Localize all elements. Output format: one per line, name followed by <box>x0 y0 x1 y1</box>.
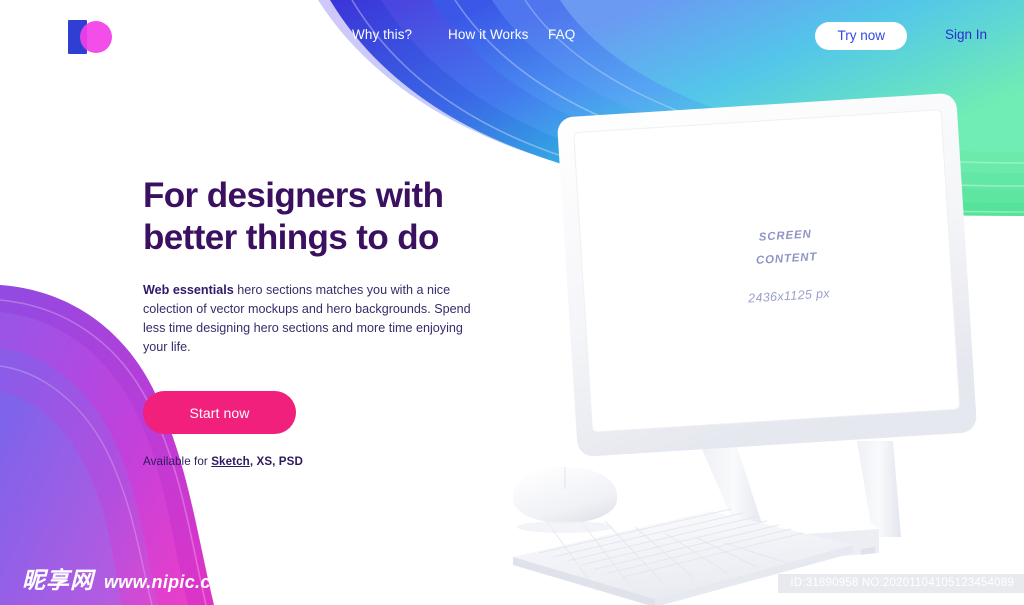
available-prefix: Available for <box>143 455 212 468</box>
hero-section: For designers with better things to do W… <box>143 175 523 468</box>
screen-line-1: SCREEN <box>758 228 813 244</box>
site-watermark: 昵享网 www.nipic.cn <box>22 561 222 595</box>
nav-how-it-works[interactable]: How it Works <box>448 27 548 42</box>
watermark-id-strip: ID:31890958 NO:20201104105123454089 <box>778 574 1024 593</box>
monitor-display <box>557 93 977 457</box>
main-nav-links: Why this? How it Works FAQ <box>352 27 588 42</box>
screen-dimensions: 2436x1125 px <box>747 286 831 306</box>
try-now-button[interactable]: Try now <box>815 22 907 50</box>
landing-page: Why this? How it Works FAQ Try now Sign … <box>0 0 1024 605</box>
available-formats: Available for Sketch, XS, PSD <box>143 455 523 468</box>
sketch-link[interactable]: Sketch <box>211 455 250 468</box>
computer-mockup: SCREEN CONTENT 2436x1125 px <box>505 75 1024 605</box>
start-now-button[interactable]: Start now <box>143 391 296 434</box>
page-title: For designers with better things to do <box>143 176 444 257</box>
screen-line-2: CONTENT <box>755 251 818 267</box>
hero-description: Web essentials hero sections matches you… <box>143 281 473 357</box>
monitor-base-unit <box>629 515 879 577</box>
nav-faq[interactable]: FAQ <box>548 27 588 42</box>
nav-why-this[interactable]: Why this? <box>352 27 448 42</box>
mouse <box>513 467 617 533</box>
watermark-site-url: www.nipic.cn <box>104 572 222 592</box>
hero-description-bold: Web essentials <box>143 283 234 297</box>
sign-in-link[interactable]: Sign In <box>945 27 987 42</box>
logo-circle-shape <box>80 21 112 53</box>
brand-logo-icon[interactable] <box>68 20 116 54</box>
screen-placeholder-text: SCREEN CONTENT 2436x1125 px <box>665 218 909 311</box>
watermark-site-name-cn: 昵享网 <box>22 568 94 594</box>
available-suffix: , XS, PSD <box>249 455 303 468</box>
monitor-stand <box>701 441 901 539</box>
top-navigation-bar: Why this? How it Works FAQ Try now Sign … <box>0 0 1024 72</box>
